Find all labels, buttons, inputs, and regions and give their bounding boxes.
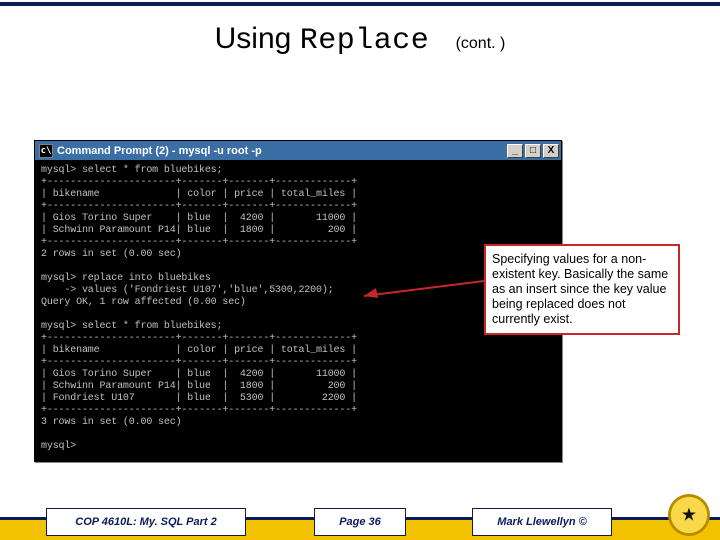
command-prompt-window: c\ Command Prompt (2) - mysql -u root -p… — [34, 140, 562, 462]
minimize-button[interactable]: _ — [507, 144, 523, 158]
footer-author-text: Mark Llewellyn © — [497, 516, 586, 528]
callout-box: Specifying values for a non-existent key… — [484, 244, 680, 335]
footer-course-text: COP 4610L: My. SQL Part 2 — [75, 516, 216, 528]
slide: Using Replace (cont. ) c\ Command Prompt… — [0, 0, 720, 540]
close-button[interactable]: X — [543, 144, 559, 158]
footer-page-text: Page 36 — [339, 516, 381, 528]
footer-page-box: Page 36 — [314, 508, 406, 536]
slide-title: Using Replace (cont. ) — [0, 22, 720, 58]
footer-author-box: Mark Llewellyn © — [472, 508, 612, 536]
cmd-system-icon: c\ — [39, 144, 53, 158]
university-seal-icon: ★ — [668, 494, 710, 536]
window-buttons: _ □ X — [507, 144, 561, 158]
command-prompt-title-text: Command Prompt (2) - mysql -u root -p — [57, 145, 507, 157]
command-prompt-body: mysql> select * from bluebikes; +-------… — [35, 161, 561, 461]
title-word-replace: Replace — [300, 24, 430, 58]
title-word-cont: (cont. ) — [438, 35, 506, 52]
top-rule — [0, 2, 720, 6]
maximize-button[interactable]: □ — [525, 144, 541, 158]
callout-text: Specifying values for a non-existent key… — [492, 252, 668, 326]
command-prompt-titlebar: c\ Command Prompt (2) - mysql -u root -p… — [35, 141, 561, 161]
footer-course-box: COP 4610L: My. SQL Part 2 — [46, 508, 246, 536]
footer: COP 4610L: My. SQL Part 2 Page 36 Mark L… — [0, 498, 720, 540]
title-word-using: Using — [215, 22, 292, 55]
